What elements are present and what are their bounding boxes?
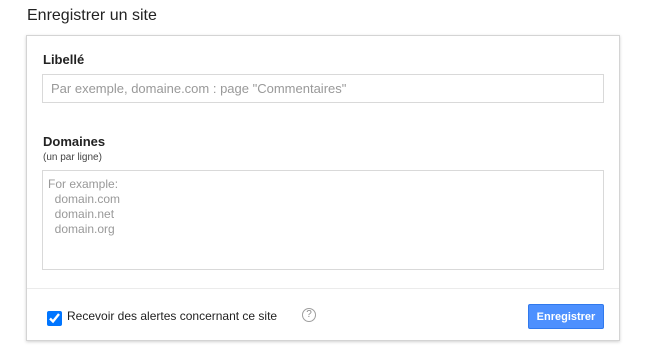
domains-textarea[interactable]: [42, 170, 604, 270]
alerts-label: Recevoir des alertes concernant ce site: [67, 309, 278, 323]
label-field-label: Libellé: [43, 52, 85, 67]
domains-field-hint: (un par ligne): [43, 152, 102, 163]
domains-field-label: Domaines: [43, 134, 106, 149]
page-title: Enregistrer un site: [27, 7, 157, 24]
save-button[interactable]: Enregistrer: [528, 304, 604, 329]
label-input[interactable]: [42, 74, 604, 103]
alerts-checkbox[interactable]: [47, 311, 62, 326]
footer-divider: [27, 288, 619, 289]
question-mark-circle-icon[interactable]: ?: [302, 308, 316, 322]
register-site-card: Libellé Domaines (un par ligne) Recevoir…: [26, 35, 620, 341]
